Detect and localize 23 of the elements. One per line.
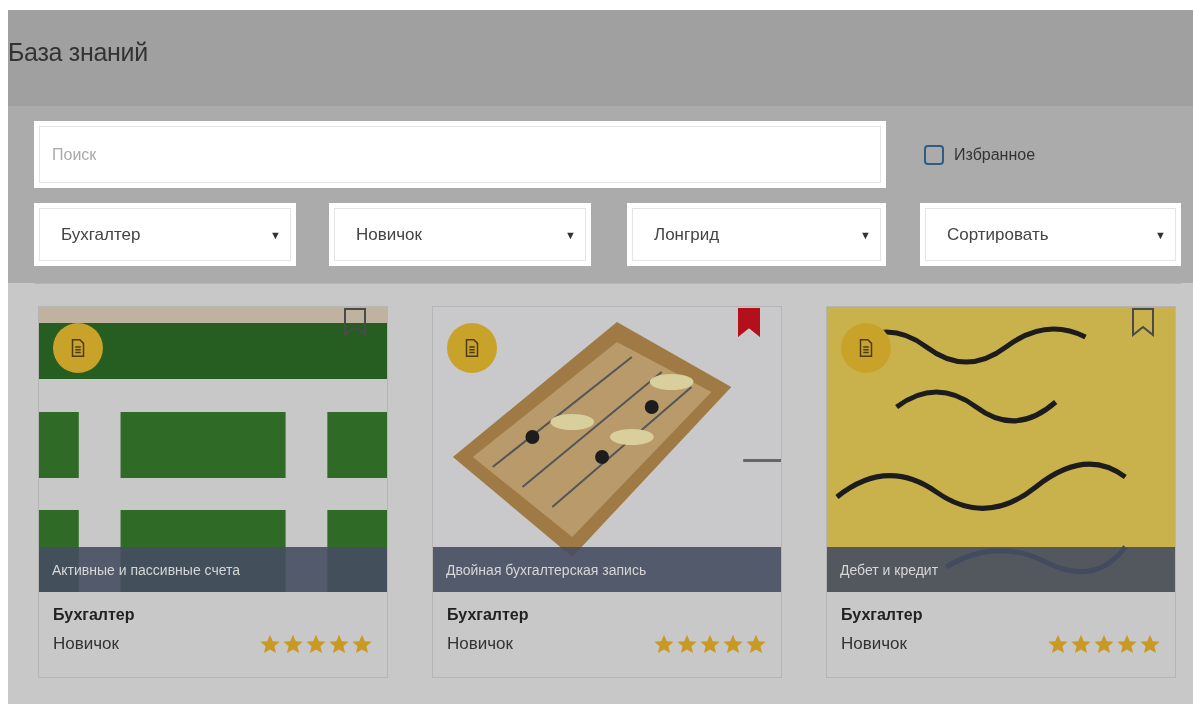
- card-caption: Двойная бухгалтерская запись: [433, 547, 781, 592]
- card-level: Новичок: [447, 634, 513, 654]
- card-role: Бухгалтер: [841, 606, 924, 624]
- card-caption: Дебет и кредит: [827, 547, 1175, 592]
- filter-dropdown[interactable]: Лонгрид ▼: [627, 203, 886, 266]
- card-role: Бухгалтер: [447, 606, 530, 624]
- article-card[interactable]: Двойная бухгалтерская запись Бухгалтер Новичок: [432, 306, 782, 678]
- card-level: Новичок: [841, 634, 907, 654]
- article-card[interactable]: Дебет и кредит Бухгалтер Новичок: [826, 306, 1176, 678]
- bookmark-icon[interactable]: [343, 307, 367, 337]
- article-card[interactable]: Активные и пассивные счета Бухгалтер Новичок: [38, 306, 388, 678]
- card-caption: Активные и пассивные счета: [39, 547, 387, 592]
- search-field[interactable]: Поиск: [34, 121, 886, 188]
- filter-dropdown[interactable]: Новичок ▼: [329, 203, 591, 266]
- card-role: Бухгалтер: [53, 606, 136, 624]
- favorites-checkbox[interactable]: [924, 144, 944, 165]
- filter-dropdown[interactable]: Сортировать ▼: [920, 203, 1181, 266]
- card-level: Новичок: [53, 634, 119, 654]
- favorites-label[interactable]: Избранное: [954, 145, 1036, 164]
- bookmark-filled-icon[interactable]: [737, 307, 761, 337]
- filter-dropdown[interactable]: Бухгалтер ▼: [34, 203, 296, 266]
- bookmark-icon[interactable]: [1131, 307, 1155, 337]
- page-title: База знаний: [8, 37, 148, 67]
